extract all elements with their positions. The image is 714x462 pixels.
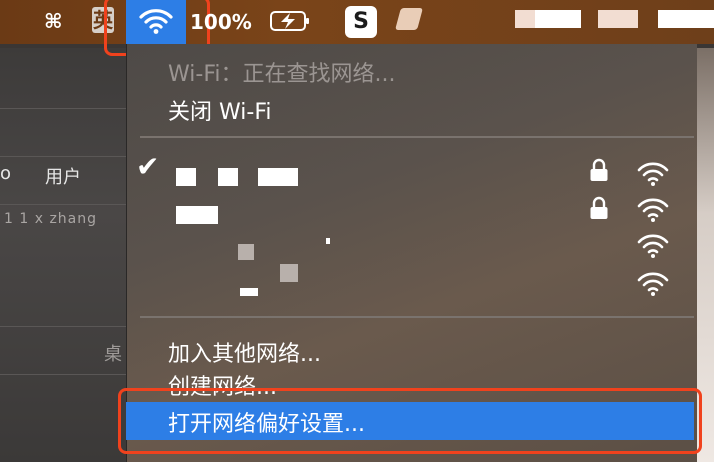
battery-percent[interactable]: 100% bbox=[190, 10, 252, 34]
command-icon[interactable]: ⌘ bbox=[44, 9, 63, 33]
redacted-block bbox=[515, 10, 535, 28]
wifi-status-label: Wi-Fi：正在查找网络... bbox=[168, 62, 396, 87]
background-divider bbox=[0, 108, 126, 109]
tag-icon[interactable] bbox=[395, 8, 423, 30]
column-header-o: o bbox=[0, 163, 12, 184]
wifi-signal-icon bbox=[637, 272, 669, 296]
background-cell-text: 1 1 x zhang bbox=[4, 211, 98, 227]
background-desk-label: 桌 bbox=[104, 344, 122, 365]
column-header-user: 用户 bbox=[45, 167, 81, 188]
redacted-block bbox=[598, 10, 638, 28]
battery-charging-icon[interactable] bbox=[270, 11, 310, 31]
redacted-block bbox=[240, 288, 258, 296]
redacted-block bbox=[176, 168, 196, 186]
sogou-input-icon[interactable]: S bbox=[345, 6, 377, 38]
background-window bbox=[0, 48, 126, 462]
background-divider bbox=[0, 156, 126, 157]
redacted-block bbox=[326, 238, 330, 244]
wifi-signal-icon bbox=[637, 198, 669, 222]
redacted-block bbox=[176, 206, 218, 224]
background-divider bbox=[0, 326, 126, 327]
checkmark-icon: ✔ bbox=[136, 150, 160, 183]
background-divider bbox=[0, 204, 126, 205]
turn-off-wifi-item[interactable]: 关闭 Wi-Fi bbox=[168, 94, 271, 126]
lock-icon bbox=[590, 196, 608, 219]
background-divider bbox=[0, 374, 126, 375]
redacted-block bbox=[258, 168, 298, 186]
menu-bar: ⌘ 英 100% S bbox=[0, 0, 714, 56]
redacted-block bbox=[535, 10, 581, 28]
redacted-block bbox=[238, 244, 254, 260]
lock-icon bbox=[590, 158, 608, 181]
menu-separator bbox=[140, 136, 694, 138]
join-other-network-item[interactable]: 加入其他网络... bbox=[168, 336, 321, 368]
annotation-highlight-box bbox=[118, 388, 702, 454]
wifi-signal-icon bbox=[637, 162, 669, 186]
menu-separator bbox=[140, 316, 694, 318]
wifi-signal-icon bbox=[637, 234, 669, 258]
redacted-block bbox=[218, 168, 238, 186]
redacted-block bbox=[658, 10, 714, 28]
redacted-block bbox=[280, 264, 298, 282]
